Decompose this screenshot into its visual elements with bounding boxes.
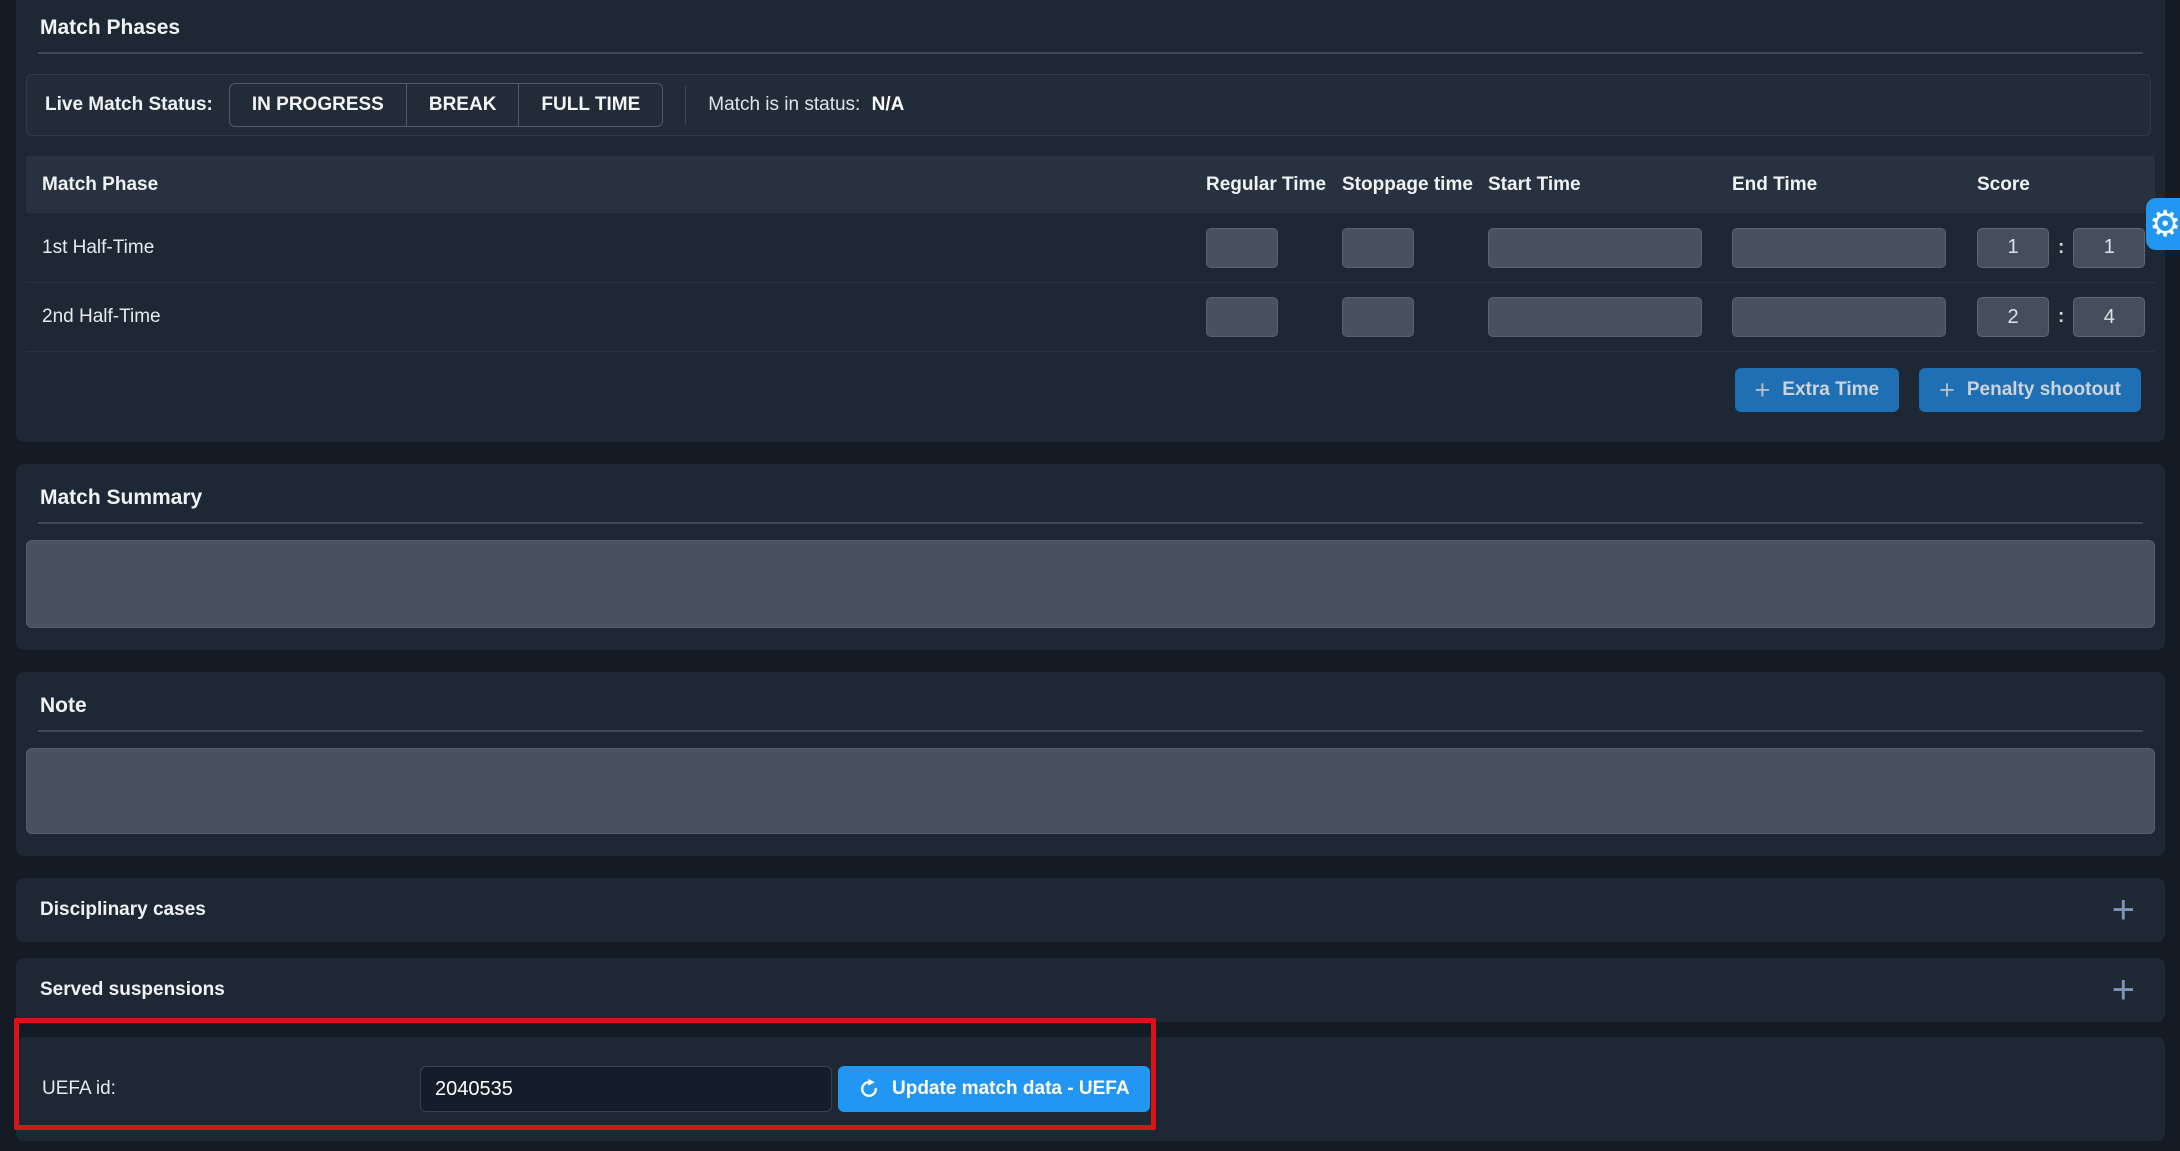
- plus-icon: +: [1755, 377, 1771, 404]
- score-separator: :: [2058, 306, 2064, 328]
- table-row-first-half: 1st Half-Time :: [26, 213, 2155, 282]
- end-time-input[interactable]: [1732, 228, 1946, 268]
- vertical-divider: [685, 86, 686, 124]
- update-match-data-button[interactable]: Update match data - UEFA: [838, 1066, 1150, 1112]
- expand-plus-icon[interactable]: +: [2112, 970, 2135, 1010]
- served-suspensions-title: Served suspensions: [40, 979, 225, 1001]
- update-match-data-label: Update match data - UEFA: [892, 1078, 1130, 1100]
- table-row-second-half: 2nd Half-Time :: [26, 282, 2155, 351]
- match-phases-card: Match Phases Live Match Status: IN PROGR…: [16, 0, 2165, 442]
- header-regular-time: Regular Time: [1206, 174, 1342, 196]
- phase-label: 1st Half-Time: [26, 237, 1206, 259]
- note-textarea[interactable]: [26, 748, 2155, 834]
- divider: [38, 730, 2143, 732]
- stoppage-time-input[interactable]: [1342, 297, 1414, 337]
- expand-plus-icon[interactable]: +: [2112, 890, 2135, 930]
- served-suspensions-section[interactable]: Served suspensions +: [16, 958, 2165, 1022]
- main-content: Match Phases Live Match Status: IN PROGR…: [16, 0, 2165, 1141]
- status-button-break[interactable]: BREAK: [407, 83, 520, 127]
- note-card: Note: [16, 672, 2165, 856]
- start-time-input[interactable]: [1488, 297, 1702, 337]
- score-home-input[interactable]: [1977, 228, 2049, 268]
- uefa-id-input[interactable]: [420, 1066, 832, 1112]
- status-button-full-time[interactable]: FULL TIME: [519, 83, 663, 127]
- regular-time-input[interactable]: [1206, 228, 1278, 268]
- score-away-input[interactable]: [2073, 228, 2145, 268]
- status-button-in-progress[interactable]: IN PROGRESS: [229, 83, 407, 127]
- divider: [38, 52, 2143, 54]
- live-match-status-label: Live Match Status:: [45, 94, 213, 116]
- section-title-match-summary: Match Summary: [16, 464, 2165, 512]
- settings-button[interactable]: ⚙: [2146, 198, 2180, 250]
- regular-time-input[interactable]: [1206, 297, 1278, 337]
- header-stoppage-time: Stoppage time: [1342, 174, 1488, 196]
- header-score: Score: [1977, 174, 2155, 196]
- score-separator: :: [2058, 237, 2064, 259]
- section-title-match-phases: Match Phases: [16, 0, 2165, 42]
- add-extra-time-label: Extra Time: [1782, 379, 1879, 401]
- phase-label: 2nd Half-Time: [26, 306, 1206, 328]
- match-admin-page: Match Phases Live Match Status: IN PROGR…: [0, 0, 2180, 1151]
- add-extra-time-button[interactable]: + Extra Time: [1735, 368, 1900, 412]
- table-header-row: Match Phase Regular Time Stoppage time S…: [26, 156, 2155, 213]
- header-start-time: Start Time: [1488, 174, 1732, 196]
- add-penalty-shootout-button[interactable]: + Penalty shootout: [1919, 368, 2141, 412]
- match-summary-card: Match Summary: [16, 464, 2165, 650]
- match-status-caption: Match is in status:: [708, 94, 860, 115]
- score-home-input[interactable]: [1977, 297, 2049, 337]
- header-end-time: End Time: [1732, 174, 1977, 196]
- end-time-input[interactable]: [1732, 297, 1946, 337]
- uefa-id-card: UEFA id: Update match data - UEFA: [16, 1037, 2165, 1141]
- match-status-text: Match is in status: N/A: [708, 94, 904, 116]
- phase-actions: + Extra Time + Penalty shootout: [16, 368, 2141, 412]
- section-title-note: Note: [16, 672, 2165, 720]
- score-away-input[interactable]: [2073, 297, 2145, 337]
- uefa-id-label: UEFA id:: [42, 1078, 116, 1100]
- match-phase-table: Match Phase Regular Time Stoppage time S…: [26, 156, 2155, 352]
- gear-icon: ⚙: [2149, 206, 2180, 242]
- status-button-group: IN PROGRESS BREAK FULL TIME: [229, 83, 663, 127]
- match-summary-textarea[interactable]: [26, 540, 2155, 628]
- disciplinary-cases-title: Disciplinary cases: [40, 899, 206, 921]
- disciplinary-cases-section[interactable]: Disciplinary cases +: [16, 878, 2165, 942]
- match-status-value: N/A: [872, 94, 905, 115]
- divider: [38, 522, 2143, 524]
- live-match-status-bar: Live Match Status: IN PROGRESS BREAK FUL…: [26, 74, 2151, 136]
- start-time-input[interactable]: [1488, 228, 1702, 268]
- plus-icon: +: [1939, 377, 1955, 404]
- stoppage-time-input[interactable]: [1342, 228, 1414, 268]
- header-match-phase: Match Phase: [26, 174, 1206, 196]
- refresh-icon: [858, 1078, 880, 1100]
- add-penalty-shootout-label: Penalty shootout: [1967, 379, 2121, 401]
